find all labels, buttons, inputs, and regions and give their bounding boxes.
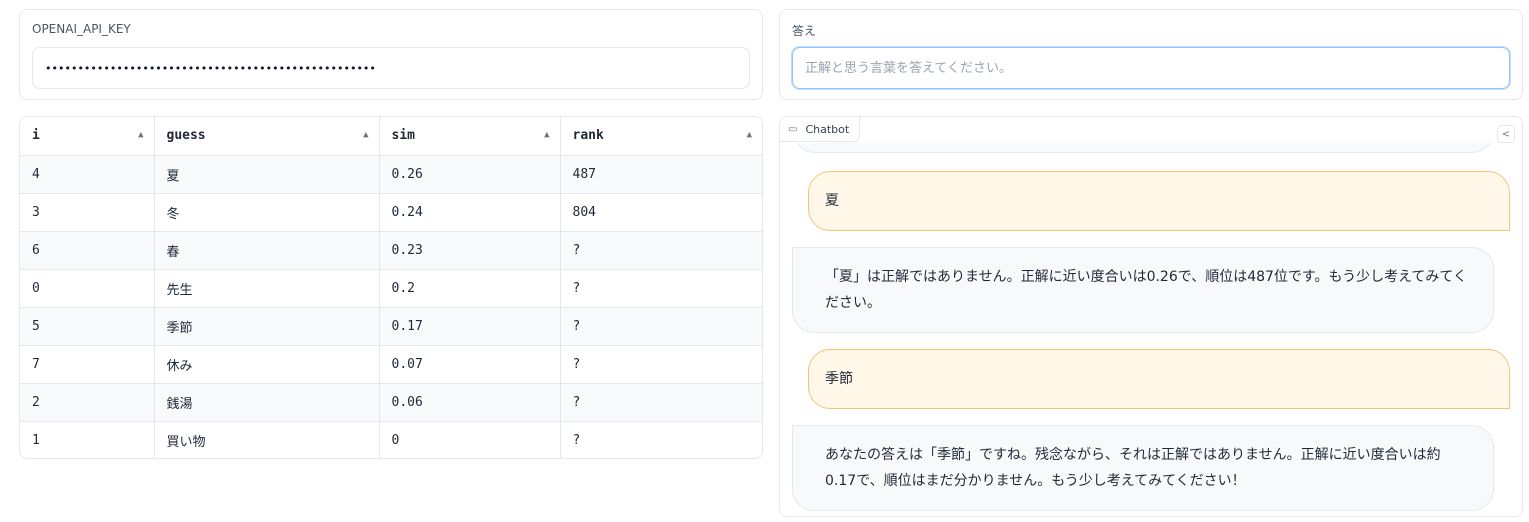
message-text: 夏 (825, 193, 839, 209)
cell-rank[interactable]: ? (560, 231, 762, 270)
cell-sim[interactable]: 0.2 (379, 269, 561, 308)
cell-sim[interactable]: 0.24 (379, 193, 561, 232)
cell-i[interactable]: 3 (20, 193, 155, 232)
bot-message: 「夏」は正解ではありません。正解に近い度合いは0.26で、順位は487位です。も… (792, 247, 1494, 333)
cell-sim[interactable]: 0.17 (379, 307, 561, 346)
table-row: 4 夏 0.26 487 (20, 155, 762, 194)
chat-icon: ▭ (788, 123, 798, 135)
user-message: 夏 (808, 171, 1510, 231)
table-row: 2 銭湯 0.06 ? (20, 383, 762, 422)
sort-arrow-icon[interactable]: ▲ (138, 130, 143, 140)
message-text: あなたの答えは「季節」ですね。残念ながら、それは正解ではありません。正解に近い度… (825, 447, 1441, 489)
table-row: 1 買い物 0 ? (20, 421, 762, 458)
cell-sim[interactable]: 0.06 (379, 383, 561, 422)
api-key-field[interactable]: ••••••••••••••••••••••••••••••••••••••••… (32, 47, 750, 89)
cell-rank[interactable]: 487 (560, 155, 762, 194)
table-row: 6 春 0.23 ? (20, 231, 762, 270)
table-row: 7 休み 0.07 ? (20, 345, 762, 384)
table-row: 0 先生 0.2 ? (20, 269, 762, 308)
cell-guess[interactable]: 夏 (154, 155, 380, 194)
column-header-label: rank (572, 128, 604, 144)
cell-sim[interactable]: 0.26 (379, 155, 561, 194)
cell-rank[interactable]: ? (560, 383, 762, 422)
cell-guess[interactable]: 休み (154, 345, 380, 384)
answer-input[interactable] (792, 47, 1510, 89)
table-row: 3 冬 0.24 804 (20, 193, 762, 232)
cell-rank[interactable]: ? (560, 345, 762, 384)
cell-i[interactable]: 1 (20, 421, 155, 458)
column-header-sim[interactable]: sim ▲ (379, 117, 561, 156)
column-header-i[interactable]: i ▲ (20, 117, 155, 156)
share-button[interactable]: < (1497, 125, 1515, 143)
table-header-row: i ▲ guess ▲ sim ▲ rank ▲ (20, 117, 762, 156)
cell-i[interactable]: 5 (20, 307, 155, 346)
chatbot-panel: ▭ Chatbot < 夏 「夏」は正解ではありません。正解に近い度合いは0.2… (779, 116, 1523, 517)
cell-rank[interactable]: 804 (560, 193, 762, 232)
sort-arrow-icon[interactable]: ▲ (363, 130, 368, 140)
column-header-label: guess (166, 128, 206, 144)
answer-label: 答え (792, 24, 817, 38)
column-header-label: i (32, 128, 40, 144)
sort-arrow-icon[interactable]: ▲ (544, 130, 549, 140)
column-header-label: sim (391, 128, 415, 144)
previous-message-bubble (793, 143, 1494, 153)
cell-guess[interactable]: 銭湯 (154, 383, 380, 422)
cell-guess[interactable]: 季節 (154, 307, 380, 346)
share-icon: < (1501, 128, 1511, 140)
cell-guess[interactable]: 先生 (154, 269, 380, 308)
cell-i[interactable]: 2 (20, 383, 155, 422)
cell-guess[interactable]: 冬 (154, 193, 380, 232)
answer-panel: 答え (779, 9, 1523, 100)
column-header-guess[interactable]: guess ▲ (154, 117, 380, 156)
chat-messages[interactable]: 夏 「夏」は正解ではありません。正解に近い度合いは0.26で、順位は487位です… (780, 143, 1522, 516)
results-table: i ▲ guess ▲ sim ▲ rank ▲ 4 夏 0.26 487 3 冬 0.… (19, 116, 763, 459)
api-key-label: OPENAI_API_KEY (32, 22, 131, 36)
message-text: 季節 (825, 371, 853, 387)
bot-message: あなたの答えは「季節」ですね。残念ながら、それは正解ではありません。正解に近い度… (792, 425, 1494, 511)
cell-i[interactable]: 7 (20, 345, 155, 384)
cell-guess[interactable]: 買い物 (154, 421, 380, 458)
chatbot-label-tag: ▭ Chatbot (780, 117, 861, 142)
chatbot-label: Chatbot (805, 122, 850, 136)
message-text: 「夏」は正解ではありません。正解に近い度合いは0.26で、順位は487位です。も… (825, 269, 1467, 311)
column-header-rank[interactable]: rank ▲ (560, 117, 762, 156)
table-row: 5 季節 0.17 ? (20, 307, 762, 346)
user-message: 季節 (808, 349, 1510, 409)
cell-rank[interactable]: ? (560, 269, 762, 308)
sort-arrow-icon[interactable]: ▲ (747, 130, 752, 140)
cell-i[interactable]: 6 (20, 231, 155, 270)
cell-sim[interactable]: 0.23 (379, 231, 561, 270)
cell-sim[interactable]: 0 (379, 421, 561, 458)
cell-rank[interactable]: ? (560, 307, 762, 346)
cell-sim[interactable]: 0.07 (379, 345, 561, 384)
cell-i[interactable]: 4 (20, 155, 155, 194)
api-key-panel: OPENAI_API_KEY •••••••••••••••••••••••••… (19, 9, 763, 100)
cell-guess[interactable]: 春 (154, 231, 380, 270)
cell-rank[interactable]: ? (560, 421, 762, 458)
cell-i[interactable]: 0 (20, 269, 155, 308)
